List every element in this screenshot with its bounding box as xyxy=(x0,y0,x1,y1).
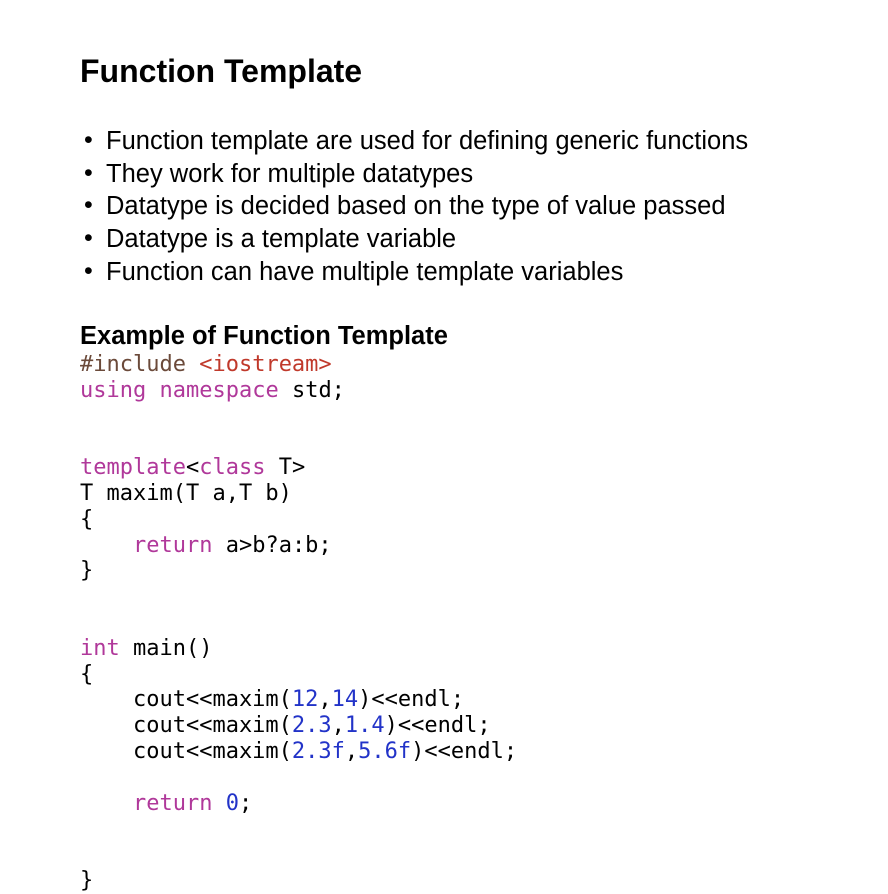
code-token-plain: main() xyxy=(119,635,213,661)
bullet-text: Datatype is a template variable xyxy=(106,225,457,254)
code-token-number: 0 xyxy=(225,790,239,816)
code-token-plain: T> xyxy=(265,455,306,481)
code-token-plain: { xyxy=(80,661,94,687)
code-token-number: 2.3f xyxy=(291,738,345,764)
page-title: Function Template xyxy=(80,53,363,89)
example-title: Example of Function Template xyxy=(80,322,448,350)
code-token-number: 14 xyxy=(331,687,359,713)
code-line: } xyxy=(80,558,517,584)
code-token-number: 5.6f xyxy=(358,738,412,764)
code-token-keyword: using xyxy=(80,377,147,403)
bullet-list: • Function template are used for defining… xyxy=(80,125,748,289)
code-token-plain: cout<<maxim( xyxy=(80,738,292,764)
code-token-plain: cout<<maxim( xyxy=(80,713,292,739)
code-token-plain: { xyxy=(80,506,94,532)
code-token-number: 12 xyxy=(291,687,319,713)
bullet-item: • They work for multiple datatypes xyxy=(80,158,748,191)
code-token-plain: )<<endl; xyxy=(411,738,518,764)
bullet-dot-icon: • xyxy=(84,191,93,220)
code-token-plain: )<<endl; xyxy=(358,687,465,713)
code-line: using namespace std; xyxy=(80,378,517,404)
bullet-text: Function can have multiple template vari… xyxy=(106,257,624,286)
code-token-number: 1.4 xyxy=(344,713,385,739)
code-token-plain: )<<endl; xyxy=(384,713,491,739)
code-token-keyword: class xyxy=(199,455,266,481)
code-token-keyword: return xyxy=(132,790,213,816)
code-line: { xyxy=(80,662,517,688)
code-token-plain: cout<<maxim( xyxy=(80,687,292,713)
bullet-dot-icon: • xyxy=(84,158,93,187)
code-token-number: 2.3 xyxy=(291,713,332,739)
code-token-keyword: namespace xyxy=(159,377,279,403)
code-token-keyword: int xyxy=(80,635,120,661)
code-line: template<class T> xyxy=(80,455,517,481)
code-line: } xyxy=(80,868,517,894)
code-token-keyword: return xyxy=(132,532,213,558)
code-token-preproc: #include xyxy=(80,352,200,377)
bullet-item: • Function can have multiple template var… xyxy=(80,256,748,289)
code-line: int main() xyxy=(80,636,517,662)
bullet-text: Function template are used for defining … xyxy=(106,127,749,155)
code-token-keyword: template xyxy=(80,455,186,481)
code-token-plain: ; xyxy=(238,790,253,816)
code-line: return 0; xyxy=(80,791,517,817)
code-token-plain: , xyxy=(318,687,332,713)
code-block: #include <iostream> using namespace std; … xyxy=(80,352,517,894)
code-token-plain: T maxim(T a,T b) xyxy=(80,480,292,506)
bullet-text: They work for multiple datatypes xyxy=(106,159,474,188)
bullet-dot-icon: • xyxy=(84,256,93,285)
bullet-item: • Datatype is a template variable xyxy=(80,223,748,256)
code-token-plain: std; xyxy=(278,377,345,403)
bullet-dot-icon: • xyxy=(84,224,93,253)
code-line: cout<<maxim(2.3,1.4)<<endl; xyxy=(80,713,517,739)
bullet-text: Datatype is decided based on the type of… xyxy=(106,192,726,221)
code-token-plain: , xyxy=(331,713,345,739)
bullet-item: • Datatype is decided based on the type o… xyxy=(80,190,748,223)
code-line: T maxim(T a,T b) xyxy=(80,481,517,507)
code-token-plain: < xyxy=(185,455,200,481)
code-token-plain: } xyxy=(80,558,94,584)
code-line: #include <iostream> xyxy=(80,352,517,378)
code-line: cout<<maxim(12,14)<<endl; xyxy=(80,687,517,713)
code-token-string: <iostream> xyxy=(199,352,332,377)
bullet-item: • Function template are used for defining… xyxy=(80,125,748,158)
code-token-plain: , xyxy=(344,738,359,764)
code-token-plain: } xyxy=(80,867,94,893)
code-token-plain: a>b?a:b; xyxy=(212,532,332,558)
bullet-dot-icon: • xyxy=(84,126,93,154)
code-line: return a>b?a:b; xyxy=(80,533,517,559)
code-line: cout<<maxim(2.3f,5.6f)<<endl; xyxy=(80,739,517,765)
code-line: { xyxy=(80,507,517,533)
